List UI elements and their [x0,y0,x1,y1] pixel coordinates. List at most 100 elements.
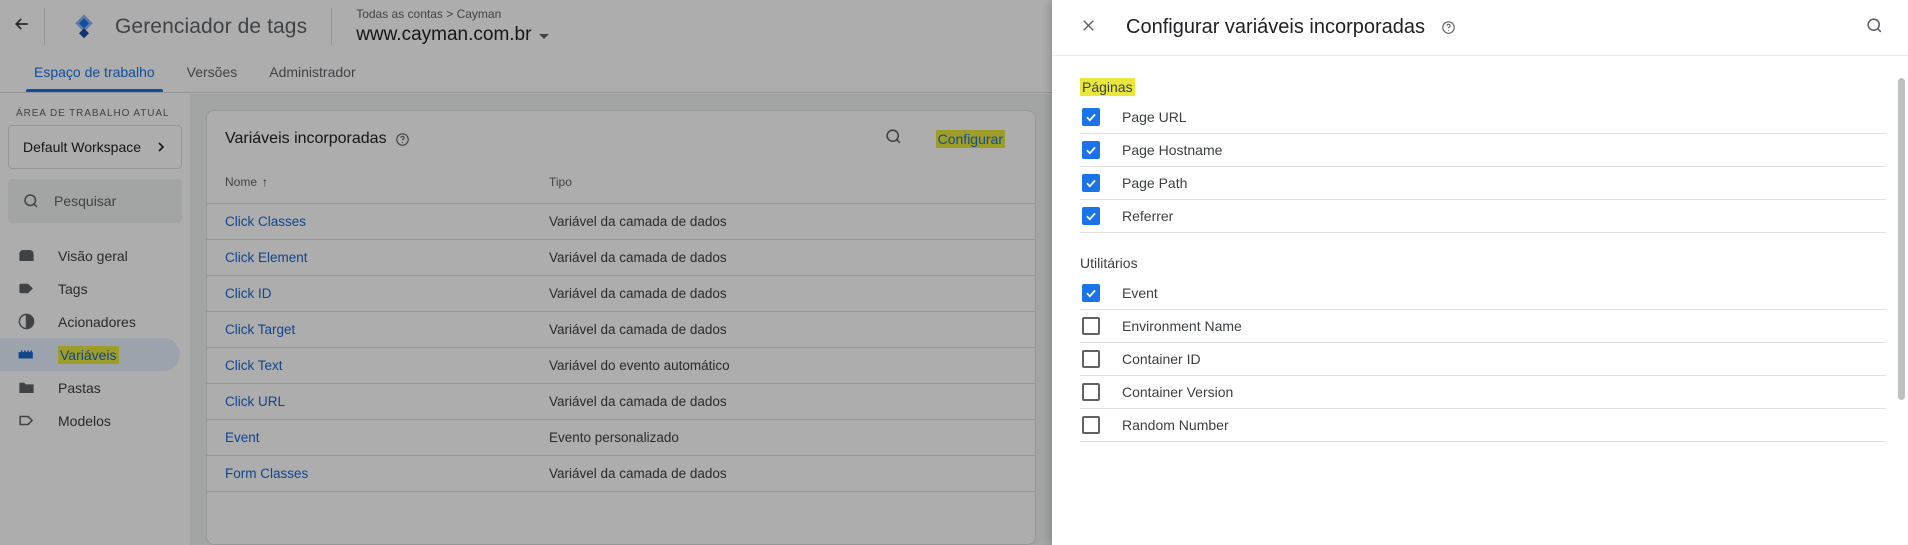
variable-type: Evento personalizado [527,419,1035,456]
caret-down-icon[interactable] [539,33,550,39]
option-label: Random Number [1122,417,1229,433]
option-row-page-path[interactable]: Page Path [1080,167,1886,200]
application-root: Gerenciador de tags Todas as contas > Ca… [0,0,1908,545]
option-row-container-id[interactable]: Container ID [1080,343,1886,376]
sidebar-item-label: Modelos [58,412,111,429]
option-label: Event [1122,285,1158,301]
chevron-right-icon [153,139,169,155]
checkbox-checked-icon[interactable] [1082,174,1100,192]
table-row[interactable]: Click ID Variável da camada de dados [207,275,1035,312]
card-search-button[interactable] [876,121,912,157]
workspace-selector[interactable]: Default Workspace [8,125,182,169]
table-row[interactable]: Click Text Variável do evento automático [207,347,1035,384]
tag-icon [16,279,36,299]
table-row[interactable]: Click URL Variável da camada de dados [207,383,1035,420]
variable-name[interactable]: Click Classes [207,203,527,240]
sidebar-item-pastas[interactable]: Pastas [0,371,190,404]
variable-name[interactable]: Click URL [207,383,527,420]
column-header-tipo[interactable]: Tipo [527,167,1035,204]
sidebar-search[interactable]: Pesquisar [8,179,182,223]
variable-name[interactable]: Click ID [207,275,527,312]
variable-type: Variável do evento automático [527,347,1035,384]
folder-icon [16,378,36,398]
configure-builtin-variables-panel: Configurar variáveis incorporadas Página… [1052,0,1908,545]
sidebar-item-label: Tags [58,280,88,297]
option-label: Page URL [1122,109,1187,125]
group-highlight: Páginas [1080,78,1135,96]
close-button[interactable] [1070,10,1106,46]
table-row[interactable]: Form Classes Variável da camada de dados [207,455,1035,492]
variable-name[interactable]: Form Classes [207,455,527,492]
table-row[interactable]: Click Element Variável da camada de dado… [207,239,1035,276]
search-icon [1865,16,1884,40]
checkbox-unchecked-icon[interactable] [1082,350,1100,368]
table-row[interactable]: Event Evento personalizado [207,419,1035,456]
tab-administrador[interactable]: Administrador [253,64,371,92]
checkbox-checked-icon[interactable] [1082,207,1100,225]
column-header-label: Nome [225,175,258,189]
brand-block[interactable]: Gerenciador de tags [45,0,331,53]
arrow-left-icon [12,14,32,39]
panel-search-button[interactable] [1856,10,1892,46]
back-button[interactable] [0,0,44,53]
option-row-container-version[interactable]: Container Version [1080,376,1886,409]
option-row-event[interactable]: Event [1080,277,1886,310]
panel-scrollbar[interactable] [1898,78,1905,400]
variable-name[interactable]: Click Target [207,311,527,348]
search-icon [884,127,903,151]
sidebar-item-variaveis[interactable]: Variáveis [0,338,180,371]
option-row-page-url[interactable]: Page URL [1080,101,1886,134]
container-name: www.cayman.com.br [356,23,532,45]
sidebar-item-acionadores[interactable]: Acionadores [0,305,190,338]
checkbox-unchecked-icon[interactable] [1082,317,1100,335]
help-icon[interactable] [395,132,410,147]
sidebar: ÁREA DE TRABALHO ATUAL Default Workspace… [0,94,190,545]
variable-type: Variável da camada de dados [527,455,1035,492]
option-row-referrer[interactable]: Referrer [1080,200,1886,233]
variable-type: Variável da camada de dados [527,311,1035,348]
checkbox-unchecked-icon[interactable] [1082,383,1100,401]
checkbox-unchecked-icon[interactable] [1082,416,1100,434]
close-icon [1079,16,1098,40]
variable-name[interactable]: Click Element [207,239,527,276]
table-row[interactable]: Click Target Variável da camada de dados [207,311,1035,348]
variable-name[interactable]: Click Text [207,347,527,384]
option-label: Container ID [1122,351,1201,367]
card-header: Variáveis incorporadas Configurar [207,111,1035,167]
checkbox-checked-icon[interactable] [1082,284,1100,302]
sidebar-item-modelos[interactable]: Modelos [0,404,190,437]
variables-table: Nome ↑ Tipo Click Classes Variável da cam… [207,167,1035,492]
variable-type: Variável da camada de dados [527,239,1035,276]
container-selector[interactable]: Todas as contas > Cayman www.cayman.com.… [332,0,550,53]
option-row-environment-name[interactable]: Environment Name [1080,310,1886,343]
option-label: Referrer [1122,208,1174,224]
group-label-paginas: Páginas [1080,57,1886,101]
column-header-nome[interactable]: Nome ↑ [207,167,527,204]
help-icon[interactable] [1441,20,1456,35]
sidebar-search-placeholder: Pesquisar [54,193,117,209]
option-label: Page Path [1122,175,1188,191]
tab-espaco-de-trabalho[interactable]: Espaço de trabalho [18,64,171,92]
configure-button[interactable]: Configurar [924,124,1017,154]
sort-ascending-icon: ↑ [262,175,269,189]
sidebar-item-label: Pastas [58,379,101,396]
checkbox-checked-icon[interactable] [1082,141,1100,159]
sidebar-section-label: ÁREA DE TRABALHO ATUAL [16,108,170,119]
main-content: Variáveis incorporadas Configurar Nome ↑… [190,94,1052,545]
table-row[interactable]: Click Classes Variável da camada de dado… [207,203,1035,240]
overview-icon [16,246,36,266]
table-header-row: Nome ↑ Tipo [207,167,1035,204]
option-row-random-number[interactable]: Random Number [1080,409,1886,442]
configure-highlight: Configurar [935,130,1005,148]
sidebar-nav-list: Visão geral Tags Acionadores Variáveis P… [0,239,190,437]
tab-versoes[interactable]: Versões [171,64,254,92]
variable-type: Variável da camada de dados [527,203,1035,240]
option-row-page-hostname[interactable]: Page Hostname [1080,134,1886,167]
variable-name[interactable]: Event [207,419,527,456]
app-title: Gerenciador de tags [115,14,308,38]
variable-type: Variável da camada de dados [527,275,1035,312]
sidebar-item-tags[interactable]: Tags [0,272,190,305]
checkbox-checked-icon[interactable] [1082,108,1100,126]
option-label: Page Hostname [1122,142,1223,158]
sidebar-item-visao-geral[interactable]: Visão geral [0,239,190,272]
